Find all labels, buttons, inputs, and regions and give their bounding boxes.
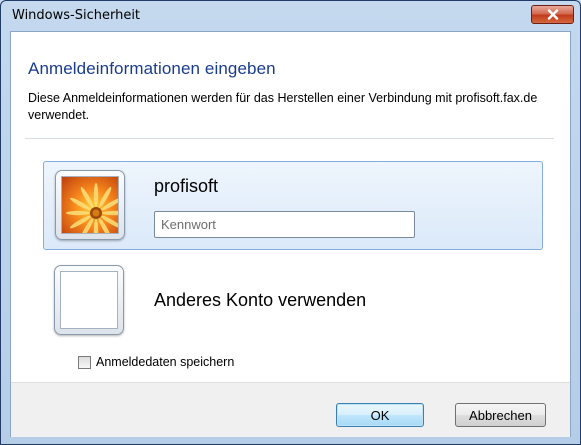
dialog-heading: Anmeldeinformationen eingeben xyxy=(28,59,276,78)
close-button[interactable] xyxy=(531,5,574,24)
password-field[interactable] xyxy=(154,211,415,238)
account-tile-profisoft[interactable]: profisoft xyxy=(43,161,543,250)
other-avatar-frame xyxy=(54,265,124,335)
ok-button[interactable]: OK xyxy=(336,403,424,427)
remember-label: Anmeldedaten speichern xyxy=(96,355,235,369)
remember-checkbox[interactable] xyxy=(78,355,91,369)
remember-credentials-option[interactable]: Anmeldedaten speichern xyxy=(78,355,234,369)
close-icon xyxy=(547,9,558,20)
button-bar: OK Abbrechen xyxy=(11,382,570,437)
dialog-content: Anmeldeinformationen eingeben Diese Anme… xyxy=(10,31,571,437)
blank-avatar-icon xyxy=(60,271,118,329)
account-tile-other[interactable]: Anderes Konto verwenden xyxy=(43,257,543,346)
dialog-description: Diese Anmeldeinformationen werden für da… xyxy=(28,91,538,122)
flower-avatar-icon xyxy=(61,176,119,234)
separator xyxy=(25,138,554,139)
account-username: profisoft xyxy=(154,176,219,196)
other-account-label: Anderes Konto verwenden xyxy=(154,290,367,310)
user-avatar-frame xyxy=(55,170,125,240)
window-title: Windows-Sicherheit xyxy=(12,8,141,23)
security-dialog-window: Windows-Sicherheit Anmeldeinformationen … xyxy=(0,0,581,445)
title-bar[interactable]: Windows-Sicherheit xyxy=(1,1,580,31)
cancel-button[interactable]: Abbrechen xyxy=(455,403,546,427)
